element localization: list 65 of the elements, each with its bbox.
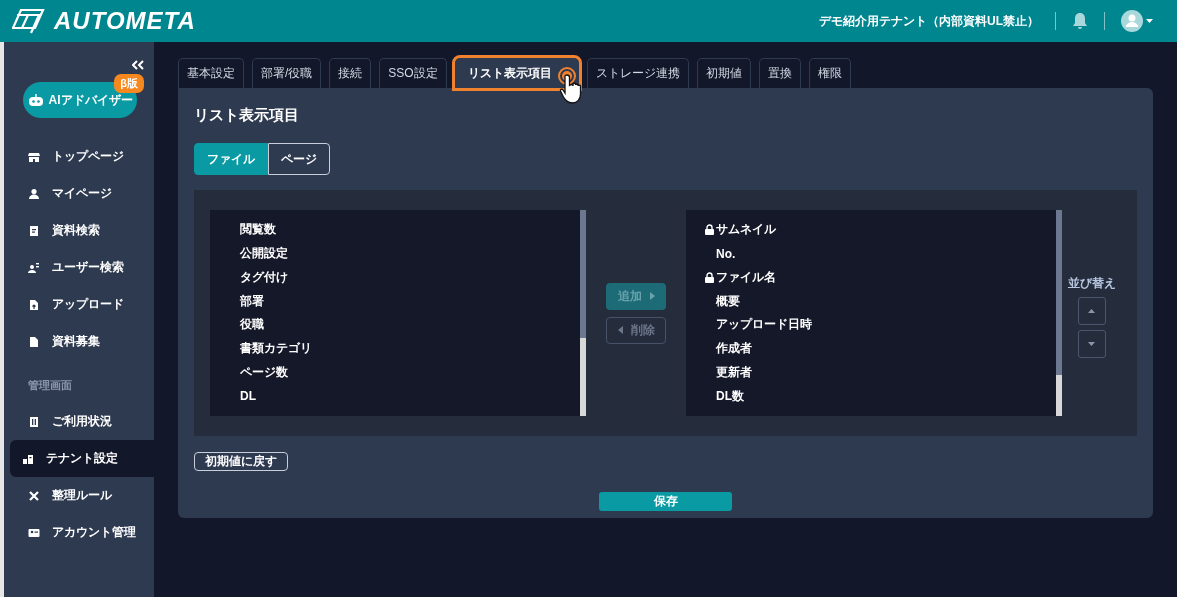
robot-icon bbox=[27, 94, 44, 106]
move-up-button[interactable] bbox=[1077, 297, 1106, 325]
document-icon bbox=[28, 224, 40, 237]
segment-button[interactable]: ページ bbox=[268, 143, 330, 175]
file-icon bbox=[28, 335, 40, 348]
sidebar-item[interactable]: 資料募集 bbox=[10, 323, 154, 360]
list-item[interactable]: DL数 bbox=[686, 384, 1056, 408]
building-icon bbox=[22, 452, 34, 465]
sidebar-item[interactable]: アップロード bbox=[10, 286, 154, 323]
list-item[interactable]: 更新者 bbox=[686, 360, 1056, 385]
list-item[interactable]: No. bbox=[686, 241, 1056, 266]
list-item[interactable]: 役職 bbox=[210, 313, 580, 337]
file-upload-icon bbox=[28, 298, 40, 311]
move-down-button[interactable] bbox=[1077, 330, 1106, 358]
logo-icon bbox=[12, 8, 46, 34]
list-item[interactable]: ページ数 bbox=[210, 360, 580, 385]
list-item[interactable]: 概要 bbox=[686, 289, 1056, 313]
sidebar-item[interactable]: ユーザー検索 bbox=[10, 249, 154, 286]
reset-button[interactable]: 初期値に戻す bbox=[194, 452, 288, 471]
list-item[interactable]: ファイル名 bbox=[686, 265, 1056, 290]
tab[interactable]: ストレージ連携 bbox=[586, 58, 689, 88]
caret-icon bbox=[617, 326, 623, 334]
tab[interactable]: 初期値 bbox=[696, 58, 751, 88]
bell-icon[interactable] bbox=[1072, 12, 1088, 30]
tab[interactable]: 置換 bbox=[758, 58, 801, 88]
tab[interactable]: 基本設定 bbox=[178, 58, 244, 88]
scrollbar[interactable] bbox=[580, 210, 586, 416]
caret-icon bbox=[649, 292, 655, 300]
list-item[interactable]: サムネイル bbox=[686, 218, 1056, 242]
list-item[interactable]: 作成者 bbox=[686, 336, 1056, 361]
tools-icon bbox=[28, 489, 40, 502]
logo-text: AUTOMETA bbox=[54, 7, 196, 35]
tenant-name: デモ紹介用テナント（内部資料UL禁止） bbox=[819, 12, 1039, 30]
list-item[interactable]: 部署 bbox=[210, 289, 580, 313]
scrollbar[interactable] bbox=[1056, 210, 1062, 416]
beta-badge: β版 bbox=[114, 74, 144, 93]
list-item[interactable]: タグ付け bbox=[210, 265, 580, 290]
tab[interactable]: 権限 bbox=[808, 58, 851, 88]
list-item[interactable]: 閲覧数 bbox=[210, 218, 580, 242]
sidebar-item[interactable]: ご利用状況 bbox=[10, 403, 154, 440]
tab[interactable]: SSO設定 bbox=[379, 58, 447, 88]
caret-down-icon bbox=[1088, 342, 1095, 346]
list-item[interactable]: アップロード日時 bbox=[686, 313, 1056, 337]
user-list-icon bbox=[28, 261, 40, 274]
sort-label: 並び替え bbox=[1067, 275, 1116, 292]
section-label: 管理画面 bbox=[27, 378, 73, 393]
tab[interactable]: 接続 bbox=[329, 58, 372, 88]
avatar-icon[interactable] bbox=[1121, 10, 1153, 32]
collapse-icon[interactable] bbox=[132, 60, 144, 70]
sidebar-item[interactable]: 整理ルール bbox=[10, 477, 154, 514]
list-item[interactable]: 書類カテゴリ bbox=[210, 336, 580, 361]
store-icon bbox=[28, 150, 40, 163]
list-item[interactable]: DL bbox=[210, 384, 580, 408]
person-icon bbox=[28, 187, 40, 200]
tab[interactable]: 部署/役職 bbox=[252, 58, 322, 88]
sidebar-item[interactable]: テナント設定 bbox=[10, 440, 154, 477]
sidebar-item[interactable]: トップページ bbox=[10, 138, 154, 175]
id-card-icon bbox=[28, 526, 40, 539]
sidebar-item[interactable]: 資料検索 bbox=[10, 212, 154, 249]
caret-up-icon bbox=[1088, 309, 1095, 313]
report-icon bbox=[28, 415, 40, 428]
panel-title: リスト表示項目 bbox=[194, 106, 300, 125]
sidebar-item[interactable]: アカウント管理 bbox=[10, 514, 154, 551]
list-item[interactable]: 公開設定 bbox=[210, 241, 580, 266]
sidebar-item[interactable]: マイページ bbox=[10, 175, 154, 212]
